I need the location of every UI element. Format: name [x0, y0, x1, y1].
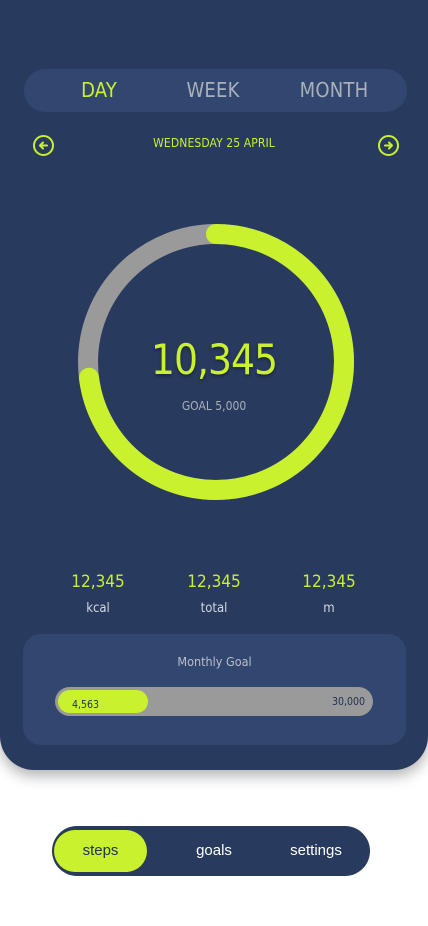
- nav-goals[interactable]: goals: [164, 830, 264, 872]
- stat-kcal-value: 12,345: [71, 572, 125, 592]
- stat-m-value: 12,345: [302, 572, 356, 592]
- steps-count: 10,345: [150, 335, 278, 384]
- stat-kcal-label: kcal: [86, 601, 110, 616]
- nav-steps[interactable]: steps: [54, 830, 147, 872]
- bottom-nav: steps goals settings: [52, 826, 370, 876]
- monthly-goal-target: 30,000: [331, 696, 365, 708]
- monthly-goal-panel: Monthly Goal 4,563 30,000: [23, 634, 406, 745]
- stat-total-label: total: [200, 601, 228, 616]
- monthly-goal-current: 4,563: [72, 699, 100, 711]
- main-card: DAY WEEK MONTH WEDNESDAY 25 APRIL 10,345…: [0, 0, 428, 770]
- monthly-goal-fill: 4,563: [58, 690, 148, 713]
- steps-progress-ring: [78, 224, 354, 500]
- stat-total-value: 12,345: [187, 572, 241, 592]
- stat-m-label: m: [323, 601, 335, 616]
- nav-settings[interactable]: settings: [268, 830, 364, 872]
- steps-goal: GOAL 5,000: [181, 399, 247, 413]
- monthly-goal-bar: 4,563 30,000: [55, 687, 373, 716]
- monthly-goal-title: Monthly Goal: [177, 654, 252, 669]
